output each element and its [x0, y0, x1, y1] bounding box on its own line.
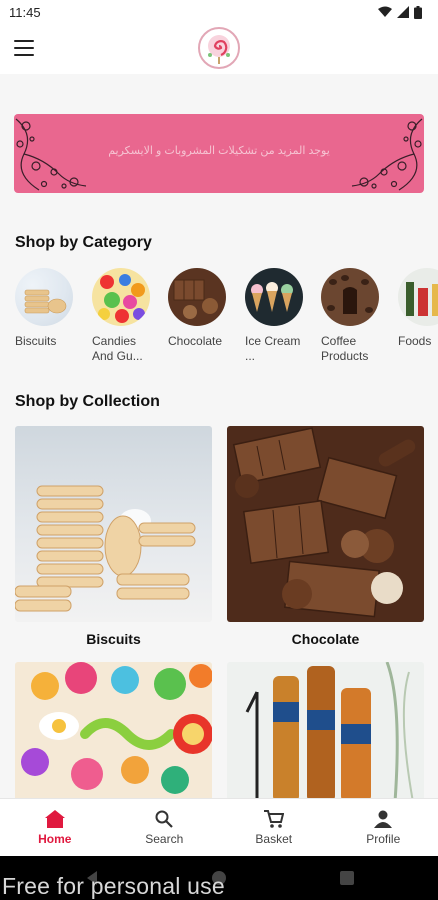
- category-image: [398, 268, 438, 326]
- recents-icon[interactable]: [340, 871, 354, 885]
- search-icon: [155, 810, 174, 828]
- nav-search[interactable]: Search: [110, 799, 220, 856]
- category-image: [92, 268, 150, 326]
- category-image: [321, 268, 379, 326]
- category-chocolate[interactable]: Chocolate: [168, 268, 228, 349]
- category-section-title: Shop by Category: [15, 234, 152, 251]
- nav-basket-label: Basket: [255, 831, 293, 846]
- signal-icon: [397, 6, 409, 18]
- category-label: Biscuits: [15, 334, 57, 348]
- banner-text: يوجد المزيد من تشكيلات المشروبات و الايس…: [108, 145, 330, 157]
- collection-chocolate[interactable]: [227, 426, 424, 622]
- home-content[interactable]: يوجد المزيد من تشكيلات المشروبات و الايس…: [0, 74, 438, 798]
- nav-profile-label: Profile: [366, 831, 401, 846]
- category-ice-cream[interactable]: Ice Cream ...: [245, 268, 305, 364]
- category-foods[interactable]: Foods: [398, 268, 438, 349]
- floral-ornament-left: [15, 118, 87, 191]
- collection-label: Chocolate: [291, 631, 360, 647]
- status-time: 11:45: [9, 4, 41, 20]
- nav-profile[interactable]: Profile: [329, 799, 438, 856]
- nav-basket[interactable]: Basket: [219, 799, 329, 856]
- menu-icon[interactable]: [14, 40, 34, 56]
- app-logo: [198, 27, 240, 69]
- floral-ornament-right: [351, 118, 423, 191]
- nav-home[interactable]: Home: [0, 799, 110, 856]
- wifi-icon: [378, 6, 392, 17]
- home-icon: [44, 809, 65, 828]
- nav-home-label: Home: [38, 831, 72, 846]
- category-label: Coffee Products: [321, 334, 369, 363]
- collection-section-title: Shop by Collection: [15, 393, 160, 410]
- basket-icon: [263, 809, 284, 828]
- status-bar: 11:45: [0, 0, 438, 24]
- bottom-navigation: Home Search Basket Profile: [0, 798, 438, 856]
- category-candies[interactable]: Candies And Gu...: [92, 268, 152, 364]
- watermark-text: Free for personal use: [2, 873, 225, 899]
- category-label: Candies And Gu...: [92, 334, 143, 363]
- app-bar: [0, 24, 438, 74]
- status-icons: [378, 5, 422, 19]
- collection-coffee-syrups[interactable]: [227, 662, 424, 798]
- profile-icon: [374, 810, 393, 828]
- collection-label: Biscuits: [86, 631, 141, 647]
- category-biscuits[interactable]: Biscuits: [15, 268, 75, 349]
- category-coffee-products[interactable]: Coffee Products: [321, 268, 381, 364]
- collection-image: [245, 662, 414, 798]
- collection-candies[interactable]: [15, 662, 212, 798]
- category-label: Ice Cream ...: [245, 334, 301, 363]
- category-image: [168, 268, 226, 326]
- collection-image: [15, 485, 196, 612]
- category-label: Foods: [398, 334, 432, 348]
- category-label: Chocolate: [168, 334, 223, 348]
- category-image: [245, 268, 303, 326]
- battery-icon: [414, 5, 422, 19]
- nav-search-label: Search: [145, 831, 184, 846]
- category-list[interactable]: Biscuits Candies And Gu... Chocolate Ice…: [15, 268, 438, 378]
- collection-image: [21, 662, 212, 794]
- promo-banner[interactable]: يوجد المزيد من تشكيلات المشروبات و الايس…: [14, 114, 424, 193]
- collection-biscuits[interactable]: [15, 426, 212, 622]
- lollipop-logo-icon: [208, 35, 230, 64]
- collection-image: [232, 427, 416, 618]
- category-image: [15, 268, 73, 326]
